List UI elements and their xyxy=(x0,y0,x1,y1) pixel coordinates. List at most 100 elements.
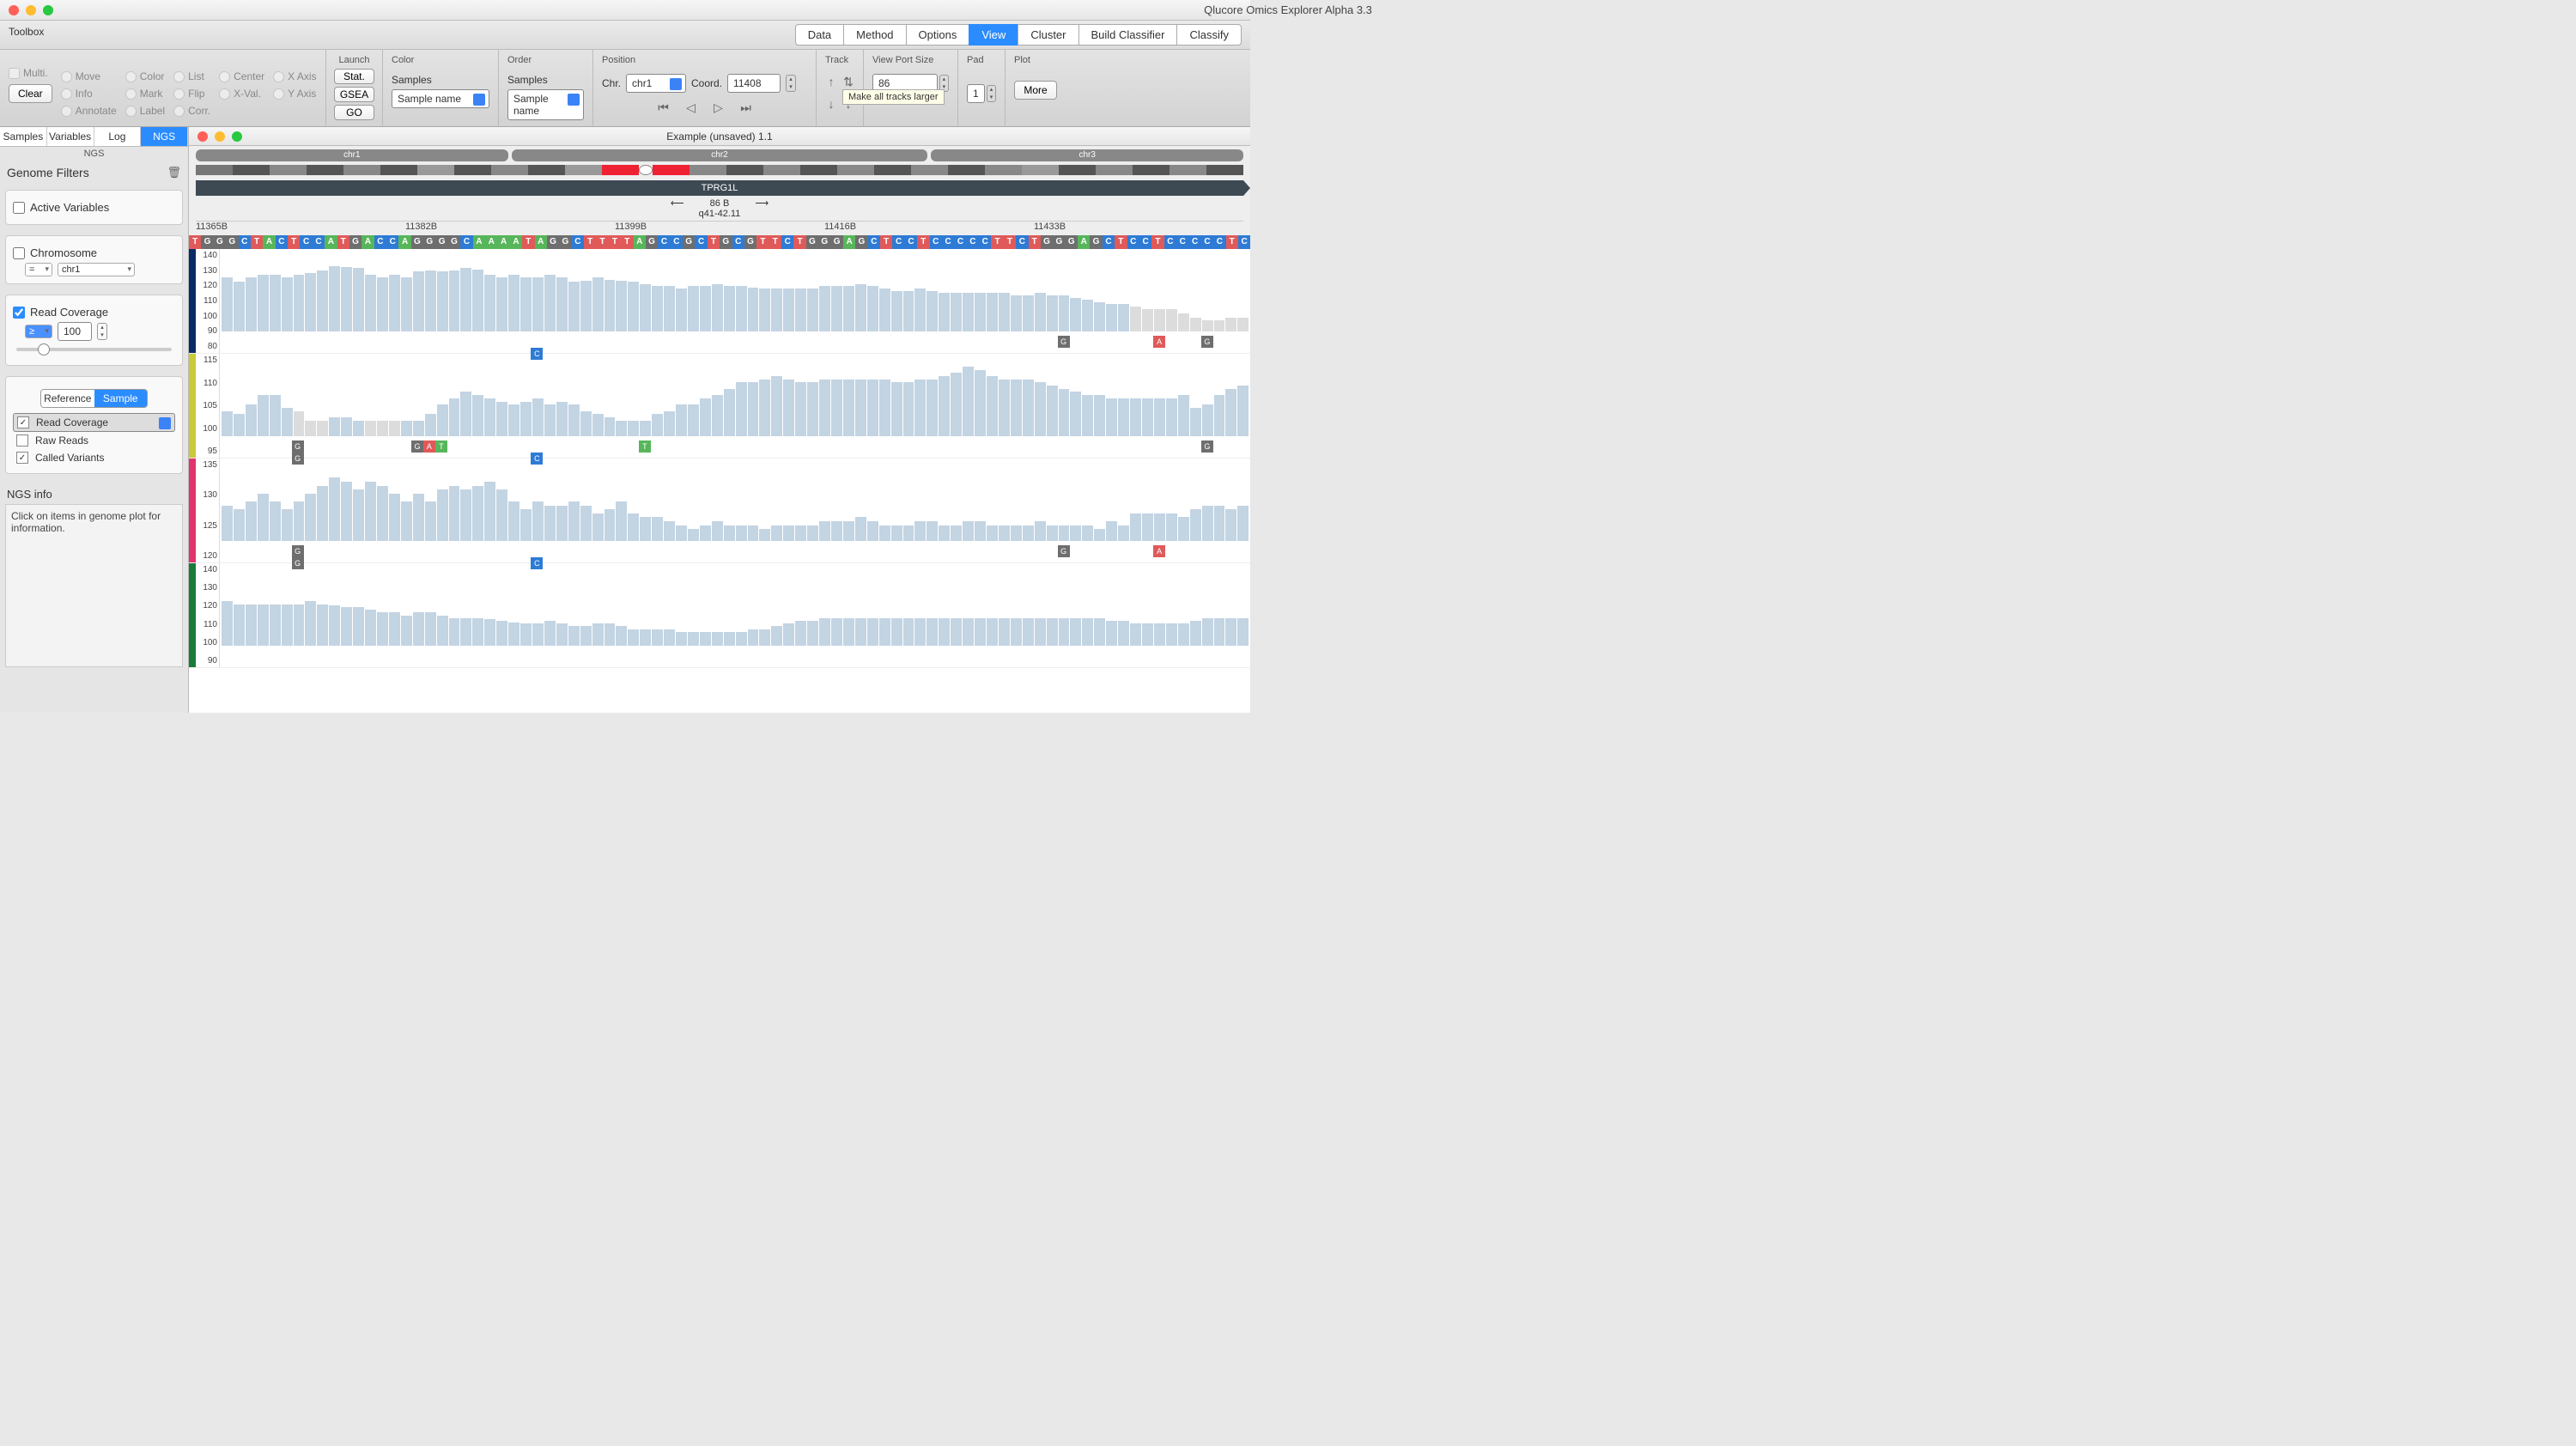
checkbox-icon[interactable]: ✓ xyxy=(16,452,28,464)
coverage-track-sample3[interactable]: 135130125120GGCGA xyxy=(189,459,1250,563)
gene-bar[interactable]: TPRG1L xyxy=(196,180,1243,196)
nav-ffwd-icon[interactable]: ⏭ xyxy=(737,100,756,115)
base-C: C xyxy=(374,235,386,249)
launch-go-button[interactable]: GO xyxy=(334,105,374,120)
coord-tick: 11399B xyxy=(615,222,824,232)
checkbox-icon[interactable] xyxy=(16,434,28,447)
variant-marker[interactable]: G xyxy=(1058,545,1070,557)
coverage-bars xyxy=(220,563,1250,646)
multi-checkbox[interactable]: Multi. xyxy=(9,67,52,79)
read-coverage-checkbox[interactable]: Read Coverage xyxy=(13,302,175,322)
ideogram[interactable] xyxy=(196,165,1243,175)
menu-build-classifier[interactable]: Build Classifier xyxy=(1078,24,1178,46)
readcov-stepper[interactable]: ▴▾ xyxy=(97,323,107,340)
variant-marker[interactable]: T xyxy=(639,440,651,453)
variant-marker[interactable]: G xyxy=(292,440,304,453)
variant-marker[interactable]: G xyxy=(1201,336,1213,348)
chr-select[interactable]: chr1 xyxy=(626,74,686,93)
chrom-val-select[interactable]: chr1 xyxy=(58,263,135,276)
tool-x-axis[interactable]: X Axis xyxy=(273,70,316,82)
track-up-icon[interactable]: ↑ xyxy=(825,74,837,89)
tool-list[interactable]: List xyxy=(173,70,210,82)
lefttab-variables[interactable]: Variables xyxy=(47,127,94,146)
variant-marker[interactable]: A xyxy=(423,440,435,453)
variant-marker[interactable]: A xyxy=(1153,545,1165,557)
track-swap-icon[interactable]: ⇅ xyxy=(842,74,854,89)
chrom-overview-chr3[interactable]: chr3 xyxy=(931,149,1243,161)
launch-gsea-button[interactable]: GSEA xyxy=(334,87,374,102)
tool-center[interactable]: Center xyxy=(219,70,264,82)
base-A: A xyxy=(634,235,646,249)
pad-input[interactable]: 1 xyxy=(967,84,985,103)
menu-classify[interactable]: Classify xyxy=(1176,24,1242,46)
ref-sample-segment[interactable]: Reference Sample xyxy=(40,389,148,408)
base-C: C xyxy=(1139,235,1151,249)
lefttab-samples[interactable]: Samples xyxy=(0,127,47,146)
menu-data[interactable]: Data xyxy=(795,24,844,46)
chrom-overview-chr2[interactable]: chr2 xyxy=(512,149,928,161)
tool-mark[interactable]: Mark xyxy=(125,88,165,100)
menu-view[interactable]: View xyxy=(969,24,1018,46)
pad-stepper[interactable]: ▴▾ xyxy=(987,85,996,102)
tool-corr[interactable]: Corr. xyxy=(173,105,210,117)
track-option-called-variants[interactable]: ✓Called Variants xyxy=(13,449,175,466)
nav-prev-icon[interactable]: ◁ xyxy=(682,100,701,115)
base-C: C xyxy=(1127,235,1139,249)
readcov-value-input[interactable]: 100 xyxy=(58,322,92,341)
track-down-icon[interactable]: ↓ xyxy=(825,96,837,112)
tool-info[interactable]: Info xyxy=(61,88,117,100)
reference-tab[interactable]: Reference xyxy=(41,390,94,407)
base-T: T xyxy=(584,235,596,249)
checkbox-icon[interactable]: ✓ xyxy=(17,416,29,428)
coord-stepper[interactable]: ▴▾ xyxy=(786,75,796,92)
y-axis: 1401301201101009080 xyxy=(196,249,220,353)
color-select[interactable]: Sample name xyxy=(392,89,489,108)
chrom-overview-chr1[interactable]: chr1 xyxy=(196,149,508,161)
coverage-track-sample4[interactable]: 14013012011010090 xyxy=(189,563,1250,668)
menu-cluster[interactable]: Cluster xyxy=(1018,24,1078,46)
base-C: C xyxy=(954,235,966,249)
ideogram-band xyxy=(602,165,639,175)
variant-marker[interactable]: G xyxy=(411,440,423,453)
tool-annotate[interactable]: Annotate xyxy=(61,105,117,117)
menu-options[interactable]: Options xyxy=(906,24,970,46)
menu-method[interactable]: Method xyxy=(843,24,906,46)
more-button[interactable]: More xyxy=(1014,81,1057,100)
coverage-track-sample1[interactable]: 1401301201101009080CGAG xyxy=(189,249,1250,354)
tool-color[interactable]: Color xyxy=(125,70,165,82)
coverage-track-sample2[interactable]: 11511010510095GGGATCTG xyxy=(189,354,1250,459)
launch-stat-button[interactable]: Stat. xyxy=(334,69,374,84)
nav-rewind-icon[interactable]: ⏮ xyxy=(654,100,673,115)
base-C: C xyxy=(1238,235,1250,249)
chromosome-overview[interactable]: chr1 chr2chr3 xyxy=(196,149,1243,161)
track-option-read-coverage[interactable]: ✓Read Coverage xyxy=(13,413,175,432)
chromosome-checkbox[interactable]: Chromosome xyxy=(13,243,175,263)
readcov-op-select[interactable]: ≥ xyxy=(25,325,52,338)
trash-icon[interactable]: 🗑 xyxy=(167,166,181,179)
tool-label[interactable]: Label xyxy=(125,105,165,117)
variant-marker[interactable]: A xyxy=(1153,336,1165,348)
tool-move[interactable]: Move xyxy=(61,70,117,82)
tool-flip[interactable]: Flip xyxy=(173,88,210,100)
variant-marker[interactable]: G xyxy=(1058,336,1070,348)
lefttab-log[interactable]: Log xyxy=(94,127,142,146)
sample-tab[interactable]: Sample xyxy=(94,390,148,407)
base-G: G xyxy=(547,235,559,249)
nav-next-icon[interactable]: ▷ xyxy=(709,100,728,115)
lefttab-ngs[interactable]: NGS xyxy=(141,127,188,146)
coord-input[interactable]: 11408 xyxy=(727,74,781,93)
coverage-bars xyxy=(220,249,1250,331)
variant-marker[interactable]: G xyxy=(292,545,304,557)
variant-marker[interactable]: T xyxy=(435,440,447,453)
variant-marker[interactable]: G xyxy=(1201,440,1213,453)
track-option-raw-reads[interactable]: Raw Reads xyxy=(13,432,175,449)
tool-x-val[interactable]: X-Val. xyxy=(219,88,264,100)
readcov-slider[interactable] xyxy=(16,348,172,351)
order-select[interactable]: Sample name xyxy=(507,89,584,120)
clear-button[interactable]: Clear xyxy=(9,84,52,103)
active-variables-checkbox[interactable]: Active Variables xyxy=(13,197,175,217)
coverage-tracks[interactable]: 1401301201101009080CGAG11511010510095GGG… xyxy=(189,249,1250,713)
tool-y-axis[interactable]: Y Axis xyxy=(273,88,316,100)
base-C: C xyxy=(781,235,793,249)
chrom-op-select[interactable]: = xyxy=(25,263,52,276)
